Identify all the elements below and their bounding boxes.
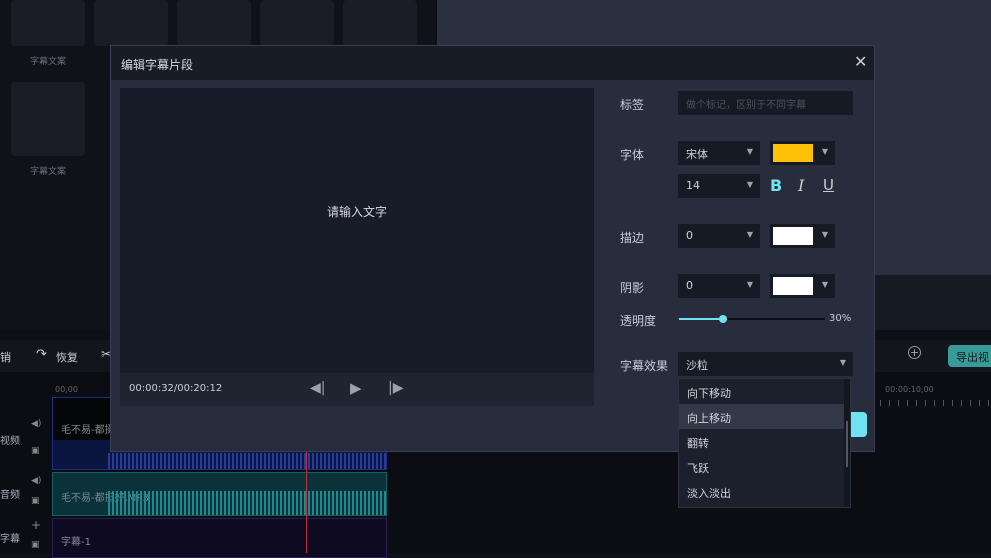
player-controls: 00:00:32/00:20:12 ◀| ▶ |▶ <box>120 373 594 406</box>
ruler-start: 00,00 <box>55 385 78 394</box>
waveform <box>108 491 386 515</box>
dialog-titlebar: 编辑字幕片段 ✕ <box>111 46 874 80</box>
effect-option[interactable]: 向上移动 <box>679 404 850 429</box>
lock-icon[interactable]: ▣ <box>31 540 40 550</box>
track-label-audio: 音频 <box>0 490 20 501</box>
ruler-mark: 00:00:10,00 <box>885 385 934 394</box>
effect-dropdown-list: 向下移动 向上移动 翻转 飞跃 淡入淡出 <box>678 378 851 508</box>
effect-option[interactable]: 飞跃 <box>679 454 850 479</box>
export-button[interactable]: 导出视 <box>948 345 991 367</box>
time-display: 00:00:32/00:20:12 <box>129 383 223 394</box>
close-icon[interactable]: ✕ <box>854 52 867 71</box>
chevron-down-icon: ▼ <box>746 180 753 189</box>
scrollbar-thumb[interactable] <box>846 421 848 467</box>
opacity-slider[interactable] <box>679 315 825 323</box>
font-label: 字体 <box>620 148 645 162</box>
stroke-label: 描边 <box>620 231 645 245</box>
lock-icon[interactable]: ▣ <box>31 496 40 506</box>
shadow-color-picker[interactable]: ▼ <box>770 274 835 298</box>
tag-label: 标签 <box>620 98 645 112</box>
tag-input[interactable]: 做个标记，区别于不同字幕 <box>678 91 853 115</box>
asset-thumb[interactable] <box>11 82 85 156</box>
subtitle-clip[interactable]: 字幕-1 <box>52 518 387 558</box>
font-value: 宋体 <box>686 148 708 161</box>
font-size-value: 14 <box>686 179 700 192</box>
italic-button[interactable]: I <box>798 176 804 195</box>
effect-option[interactable]: 翻转 <box>679 429 850 454</box>
prev-frame-icon[interactable]: ◀| <box>310 380 325 396</box>
next-frame-icon[interactable]: |▶ <box>388 380 403 396</box>
asset-thumb[interactable] <box>260 0 334 46</box>
asset-thumb[interactable] <box>177 0 251 46</box>
preview-canvas: 请输入文字 <box>120 88 594 373</box>
track-label-subtitle: 字幕 <box>0 534 20 545</box>
opacity-value: 30% <box>829 313 852 324</box>
chevron-down-icon: ▼ <box>746 280 753 289</box>
effect-option[interactable]: 淡入淡出 <box>679 479 850 504</box>
scrollbar[interactable] <box>844 379 850 507</box>
audio-clip[interactable]: 毛不易-都挺好.MP3 <box>52 472 387 516</box>
asset-thumb[interactable] <box>94 0 168 46</box>
undo-button[interactable]: 销 <box>0 349 11 365</box>
dialog-title: 编辑字幕片段 <box>121 58 194 72</box>
color-swatch <box>773 277 813 295</box>
volume-icon[interactable]: ◀) <box>31 476 41 486</box>
asset-caption: 字幕文案 <box>29 57 66 67</box>
effect-label: 字幕效果 <box>620 359 669 373</box>
stroke-value: 0 <box>686 229 693 242</box>
waveform <box>108 453 386 469</box>
shadow-select[interactable]: 0 ▼ <box>678 274 760 298</box>
chevron-down-icon: ▼ <box>746 230 753 239</box>
add-icon[interactable]: + <box>31 518 41 532</box>
track-label-video: 视频 <box>0 436 20 447</box>
preview-text[interactable]: 请输入文字 <box>120 203 594 220</box>
effect-value: 沙粒 <box>686 359 708 372</box>
shadow-label: 阴影 <box>620 281 645 295</box>
play-icon[interactable]: ▶ <box>350 379 362 397</box>
underline-button[interactable]: U <box>823 176 834 194</box>
asset-thumb[interactable] <box>11 0 85 46</box>
redo-icon: ↷ <box>36 347 47 362</box>
confirm-button[interactable] <box>851 412 867 437</box>
asset-thumb[interactable] <box>343 0 417 46</box>
chevron-down-icon: ▼ <box>821 147 828 156</box>
effect-select[interactable]: 沙粒 ▼ <box>678 352 853 376</box>
shadow-value: 0 <box>686 279 693 292</box>
zoom-in-icon[interactable]: + <box>908 346 921 359</box>
chevron-down-icon: ▼ <box>821 230 828 239</box>
volume-icon[interactable]: ◀) <box>31 419 41 429</box>
bold-button[interactable]: B <box>770 176 782 195</box>
video-clip-name: 毛不易-都挺 <box>61 425 115 436</box>
stroke-select[interactable]: 0 ▼ <box>678 224 760 248</box>
stroke-color-picker[interactable]: ▼ <box>770 224 835 248</box>
font-color-picker[interactable]: ▼ <box>770 141 835 165</box>
chevron-down-icon: ▼ <box>821 280 828 289</box>
chevron-down-icon: ▼ <box>839 358 846 367</box>
opacity-fill <box>679 318 723 320</box>
font-size-select[interactable]: 14 ▼ <box>678 174 760 198</box>
opacity-handle[interactable] <box>718 315 727 323</box>
opacity-label: 透明度 <box>620 314 657 328</box>
subtitle-clip-name: 字幕-1 <box>61 537 91 548</box>
color-swatch <box>773 144 813 162</box>
chevron-down-icon: ▼ <box>746 147 753 156</box>
lock-icon[interactable]: ▣ <box>31 446 40 456</box>
effect-option[interactable]: 向下移动 <box>679 379 850 404</box>
font-select[interactable]: 宋体 ▼ <box>678 141 760 165</box>
asset-caption: 字幕文案 <box>29 167 66 177</box>
redo-button[interactable]: 恢复 <box>56 349 78 365</box>
color-swatch <box>773 227 813 245</box>
